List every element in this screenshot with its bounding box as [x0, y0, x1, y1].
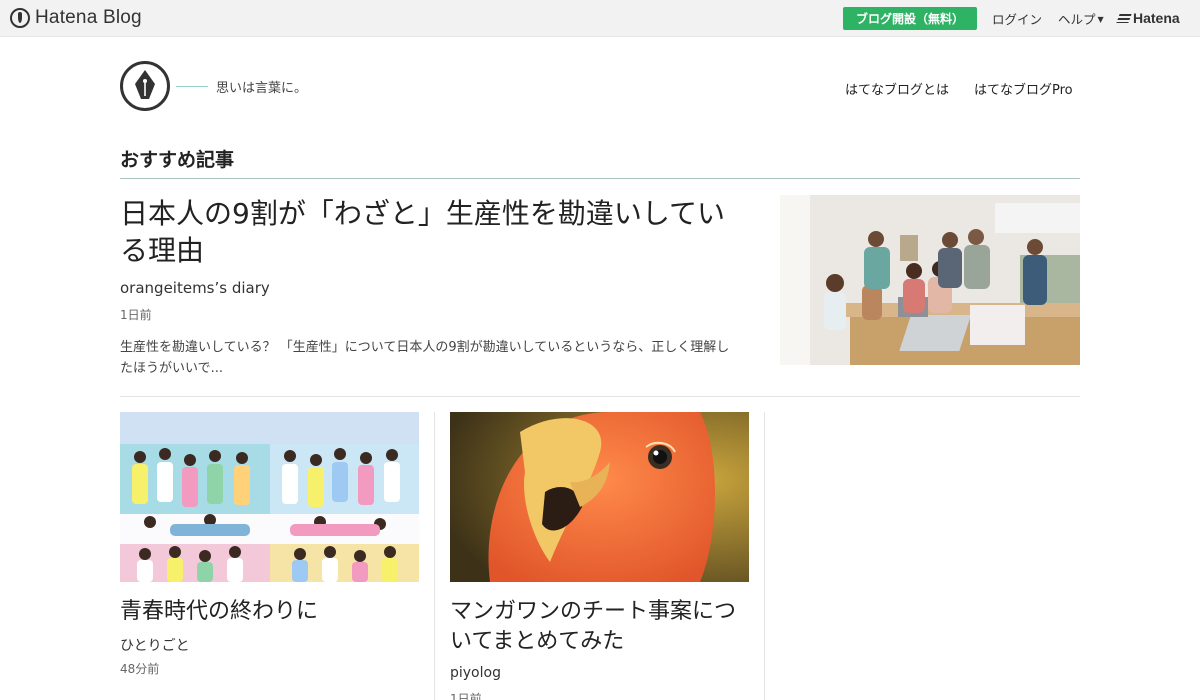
tagline: 思いは言葉に。 — [176, 77, 307, 96]
column-divider — [764, 412, 765, 700]
caret-down-icon: ▼ — [1097, 15, 1104, 24]
help-menu[interactable]: ヘルプ ▼ — [1058, 9, 1104, 28]
hatena-blog-logo[interactable]: Hatena Blog — [10, 7, 142, 29]
login-link[interactable]: ログイン — [992, 9, 1042, 28]
hatena-logo[interactable]: Hatena — [1116, 10, 1180, 26]
featured-excerpt: 生産性を勘違いしている？ 「生産性」について日本人の9割が勘違いしているというな… — [120, 340, 730, 376]
tagline-rule — [176, 86, 208, 87]
featured-thumbnail[interactable] — [780, 195, 1080, 365]
section-divider — [120, 178, 1080, 179]
nav-about-link[interactable]: はてなブログとは — [845, 79, 949, 98]
featured-timestamp: 1日前 — [120, 308, 152, 322]
card-blog-name[interactable]: ひとりごと — [120, 635, 190, 655]
nav-pro-link[interactable]: はてなブログPro — [974, 79, 1073, 98]
featured-article-title[interactable]: 日本人の9割が「わざと」生産性を勘違いしている理由 — [120, 195, 740, 269]
featured-blog-name[interactable]: orangeitems’s diary — [120, 279, 270, 297]
office-team-photo — [780, 195, 1080, 365]
hatena-label: Hatena — [1133, 10, 1180, 26]
card-timestamp: 48分前 — [120, 662, 160, 676]
fountain-pen-nib-icon — [135, 70, 155, 99]
tagline-text: 思いは言葉に。 — [216, 81, 308, 96]
group-photo-collage — [120, 412, 419, 582]
card-thumbnail[interactable] — [450, 412, 749, 582]
parrot-photo — [450, 412, 749, 582]
column-divider — [434, 412, 435, 700]
pen-logo-icon — [10, 8, 30, 28]
card-title[interactable]: 青春時代の終わりに — [120, 597, 420, 627]
open-blog-button[interactable]: ブログ開設（無料） — [843, 7, 977, 30]
brand-name: Hatena Blog — [35, 7, 142, 28]
global-header: Hatena Blog ブログ開設（無料） ログイン ヘルプ ▼ Hatena — [0, 0, 1200, 37]
card-thumbnail[interactable] — [120, 412, 419, 582]
section-title: おすすめ記事 — [120, 149, 235, 171]
card-blog-name[interactable]: piyolog — [450, 665, 501, 681]
card-title[interactable]: マンガワンのチート事案についてまとめてみた — [450, 597, 750, 657]
help-label: ヘルプ — [1058, 12, 1096, 27]
featured-divider — [120, 396, 1080, 397]
card-timestamp: 1日前 — [450, 692, 482, 700]
site-pen-logo[interactable] — [120, 61, 170, 111]
hatena-stripes-icon — [1116, 13, 1132, 23]
